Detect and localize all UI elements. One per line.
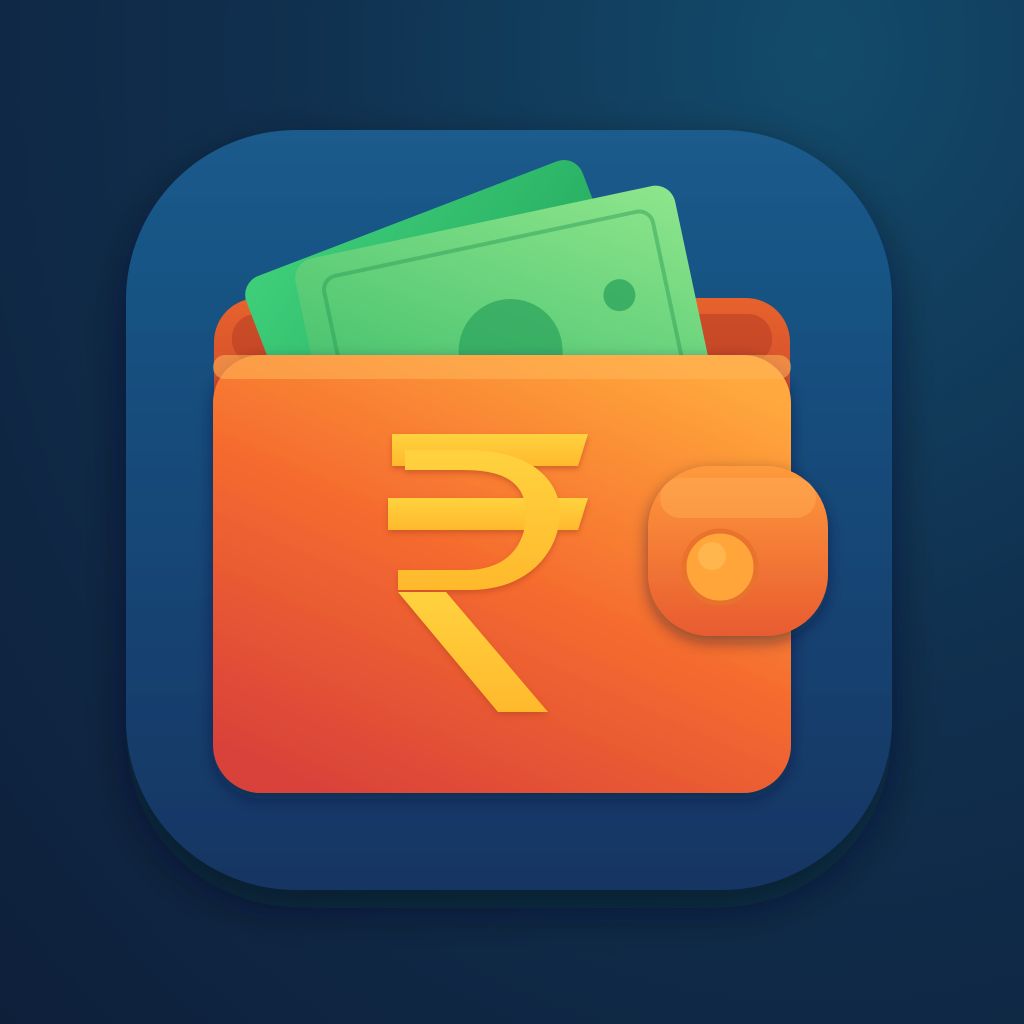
app-icon: [126, 130, 892, 890]
app-icon-canvas: [0, 0, 1024, 1024]
